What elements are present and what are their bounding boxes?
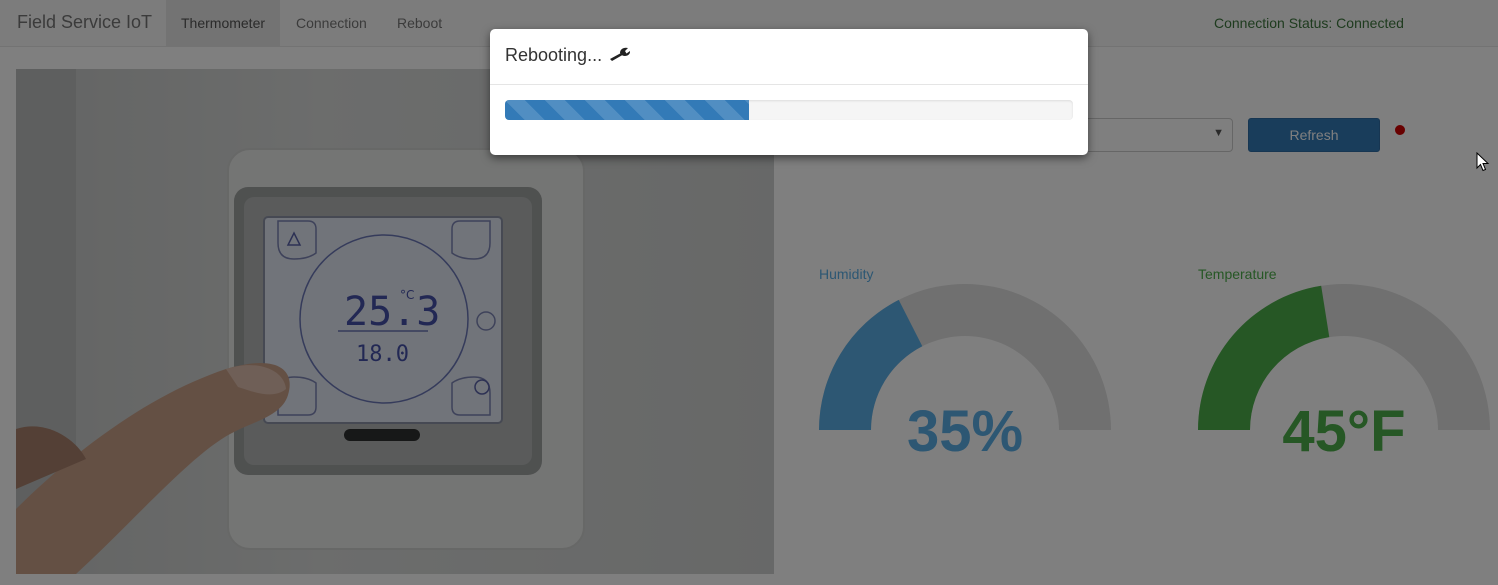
progress-bar-fill — [505, 100, 750, 120]
modal-header: Rebooting... — [490, 29, 1088, 85]
reboot-modal: Rebooting... — [490, 29, 1088, 155]
reboot-progress — [505, 100, 1073, 120]
wrench-icon — [609, 46, 631, 67]
modal-title: Rebooting... — [505, 45, 603, 65]
mouse-cursor-icon — [1476, 152, 1490, 172]
